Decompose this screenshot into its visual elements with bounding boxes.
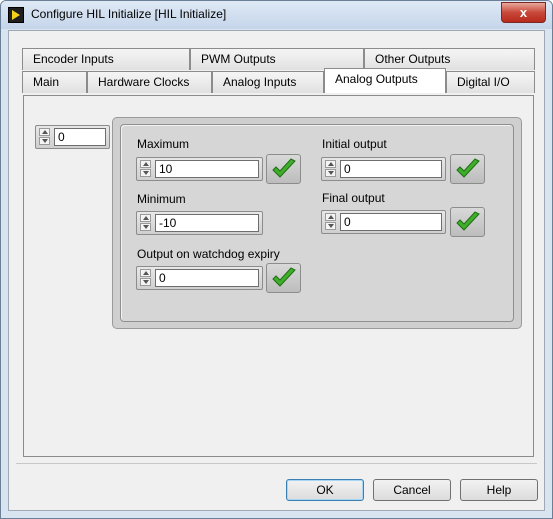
- tab-pwm-outputs[interactable]: PWM Outputs: [190, 48, 364, 70]
- final-output-control[interactable]: 0: [321, 210, 446, 234]
- close-button[interactable]: x: [501, 2, 546, 23]
- tab-row-back: Encoder Inputs PWM Outputs Other Outputs: [22, 48, 535, 70]
- watchdog-arrows[interactable]: [140, 269, 151, 287]
- increment-arrow-icon[interactable]: [140, 214, 151, 222]
- minimum-label: Minimum: [137, 192, 186, 206]
- help-button[interactable]: Help: [460, 479, 538, 501]
- maximum-input[interactable]: 10: [155, 160, 259, 178]
- decrement-arrow-icon[interactable]: [140, 223, 151, 231]
- labview-vi-icon: [8, 7, 24, 23]
- channel-index-arrows[interactable]: [39, 128, 50, 146]
- title-bar[interactable]: Configure HIL Initialize [HIL Initialize…: [1, 1, 552, 29]
- checkmark-icon: [272, 267, 296, 287]
- decrement-arrow-icon[interactable]: [39, 137, 50, 145]
- decrement-arrow-icon[interactable]: [325, 222, 336, 230]
- initial-output-control[interactable]: 0: [321, 157, 446, 181]
- maximum-apply-button[interactable]: [266, 154, 301, 184]
- increment-arrow-icon[interactable]: [140, 269, 151, 277]
- final-output-apply-button[interactable]: [450, 207, 485, 237]
- dialog-client-area: Encoder Inputs PWM Outputs Other Outputs…: [8, 30, 545, 511]
- channel-settings-cluster: Maximum 10 Minimum -10 Output on watchdo…: [112, 117, 522, 329]
- decrement-arrow-icon[interactable]: [325, 169, 336, 177]
- maximum-label: Maximum: [137, 137, 190, 151]
- final-output-input[interactable]: 0: [340, 213, 442, 231]
- initial-output-label: Initial output: [322, 137, 387, 151]
- minimum-arrows[interactable]: [140, 214, 151, 232]
- channel-index-input[interactable]: 0: [54, 128, 106, 146]
- increment-arrow-icon[interactable]: [325, 213, 336, 221]
- cancel-button[interactable]: Cancel: [373, 479, 451, 501]
- increment-arrow-icon[interactable]: [325, 160, 336, 168]
- maximum-arrows[interactable]: [140, 160, 151, 178]
- initial-output-apply-button[interactable]: [450, 154, 485, 184]
- checkmark-icon: [272, 158, 296, 178]
- tab-main[interactable]: Main: [22, 71, 87, 93]
- initial-output-input[interactable]: 0: [340, 160, 442, 178]
- tab-hardware-clocks[interactable]: Hardware Clocks: [87, 71, 212, 93]
- dialog-window: Configure HIL Initialize [HIL Initialize…: [0, 0, 553, 519]
- initial-output-arrows[interactable]: [325, 160, 336, 178]
- decrement-arrow-icon[interactable]: [140, 169, 151, 177]
- channel-index-control[interactable]: 0: [35, 125, 110, 149]
- watchdog-input[interactable]: 0: [155, 269, 259, 287]
- watchdog-label: Output on watchdog expiry: [137, 247, 280, 261]
- tab-encoder-inputs[interactable]: Encoder Inputs: [22, 48, 190, 70]
- analog-outputs-panel: 0 Maximum 10 Minimum -10 Output on watch…: [23, 95, 534, 457]
- increment-arrow-icon[interactable]: [140, 160, 151, 168]
- tab-analog-outputs[interactable]: Analog Outputs: [324, 68, 446, 93]
- watchdog-apply-button[interactable]: [266, 263, 301, 293]
- final-output-arrows[interactable]: [325, 213, 336, 231]
- decrement-arrow-icon[interactable]: [140, 278, 151, 286]
- checkmark-icon: [456, 211, 480, 231]
- final-output-label: Final output: [322, 191, 385, 205]
- maximum-control[interactable]: 10: [136, 157, 263, 181]
- checkmark-icon: [456, 158, 480, 178]
- tab-row-front: Main Hardware Clocks Analog Inputs Analo…: [22, 68, 535, 93]
- tab-other-outputs[interactable]: Other Outputs: [364, 48, 535, 70]
- tab-analog-inputs[interactable]: Analog Inputs: [212, 71, 324, 93]
- ok-button[interactable]: OK: [286, 479, 364, 501]
- minimum-input[interactable]: -10: [155, 214, 259, 232]
- tab-digital-io[interactable]: Digital I/O: [446, 71, 535, 93]
- window-title: Configure HIL Initialize [HIL Initialize…: [31, 7, 227, 21]
- increment-arrow-icon[interactable]: [39, 128, 50, 136]
- footer-divider: [16, 463, 537, 464]
- watchdog-control[interactable]: 0: [136, 266, 263, 290]
- minimum-control[interactable]: -10: [136, 211, 263, 235]
